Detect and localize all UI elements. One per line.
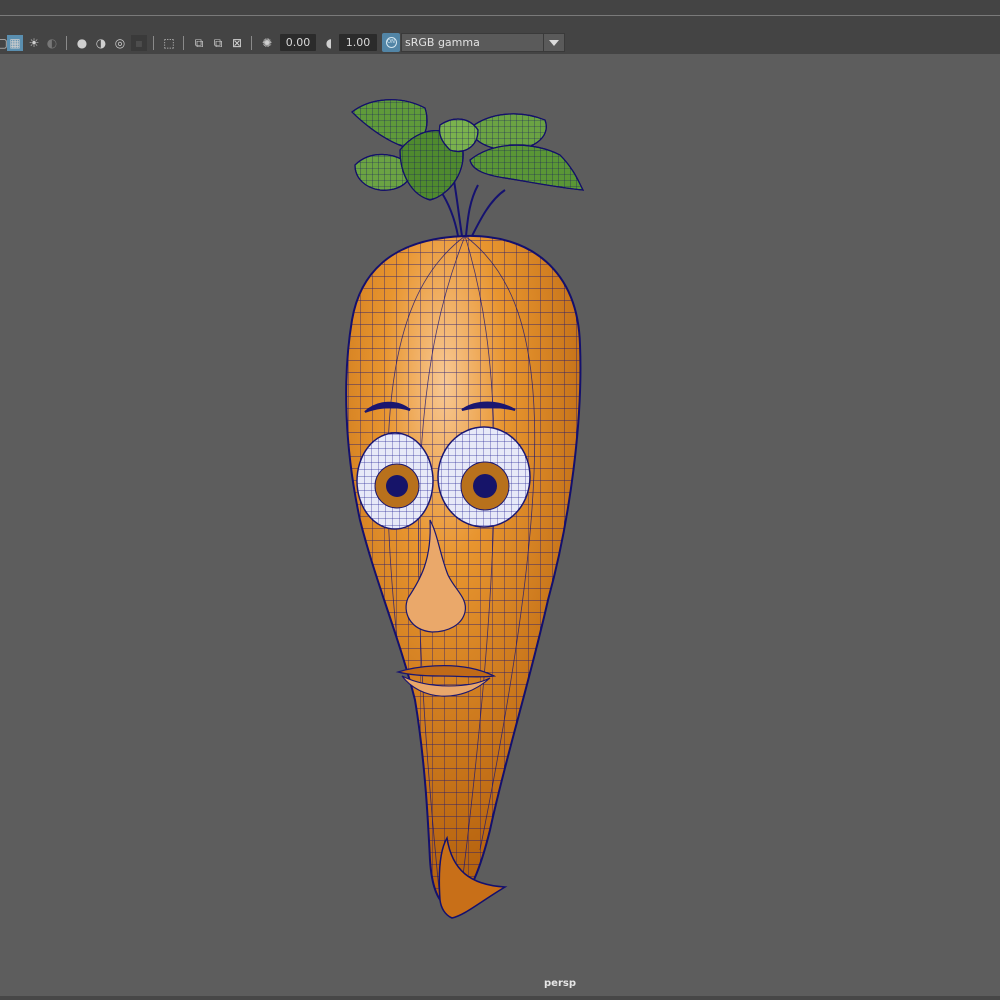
- exposure-icon[interactable]: ✺: [259, 35, 275, 51]
- isolate-icon[interactable]: ⬚: [161, 35, 177, 51]
- toolbar-separator: [66, 36, 67, 50]
- shadow-icon[interactable]: ◐: [44, 35, 60, 51]
- xray-joints-icon[interactable]: ⧉: [210, 35, 226, 51]
- light-icon[interactable]: ☀: [26, 35, 42, 51]
- gamma-field[interactable]: 1.00: [339, 34, 377, 51]
- title-strip: [0, 0, 1000, 16]
- toolbar-separator: [183, 36, 184, 50]
- exposure-field[interactable]: 0.00: [280, 34, 316, 51]
- motion-blur-icon[interactable]: ◑: [93, 35, 109, 51]
- right-eye: [437, 426, 531, 528]
- perspective-viewport[interactable]: [0, 54, 1000, 996]
- gamma-icon[interactable]: ◖: [321, 35, 337, 51]
- color-space-dropdown[interactable]: sRGB gamma: [401, 33, 565, 52]
- checker-icon[interactable]: ▦: [7, 35, 23, 51]
- carrot-leaves: [351, 99, 585, 201]
- toolbar-separator: [153, 36, 154, 50]
- color-space-value: sRGB gamma: [405, 36, 480, 49]
- carrot-model[interactable]: [0, 54, 1000, 996]
- antialias-icon[interactable]: ◎: [112, 35, 128, 51]
- color-management-toggle[interactable]: ON: [382, 33, 400, 52]
- toolbar-separator: [251, 36, 252, 50]
- viewport-toolbar: ▢ ▦ ☀ ◐ ● ◑ ◎ ▪ ⬚ ⧉ ⧉ ⊠ ✺ 0.00 ◖ 1.00 ON…: [0, 16, 1000, 54]
- camera-name-label: persp: [544, 978, 576, 989]
- xray-active-icon[interactable]: ⊠: [229, 35, 245, 51]
- left-eye: [356, 432, 434, 530]
- ambient-occlusion-icon[interactable]: ●: [74, 35, 90, 51]
- viewport-bottom-border: [0, 996, 1000, 1000]
- color-management-icon: ON: [385, 37, 397, 48]
- depth-of-field-icon[interactable]: ▪: [131, 35, 147, 51]
- carrot-body: [345, 234, 582, 907]
- chevron-down-icon[interactable]: [543, 34, 564, 51]
- xray-icon[interactable]: ⧉: [191, 35, 207, 51]
